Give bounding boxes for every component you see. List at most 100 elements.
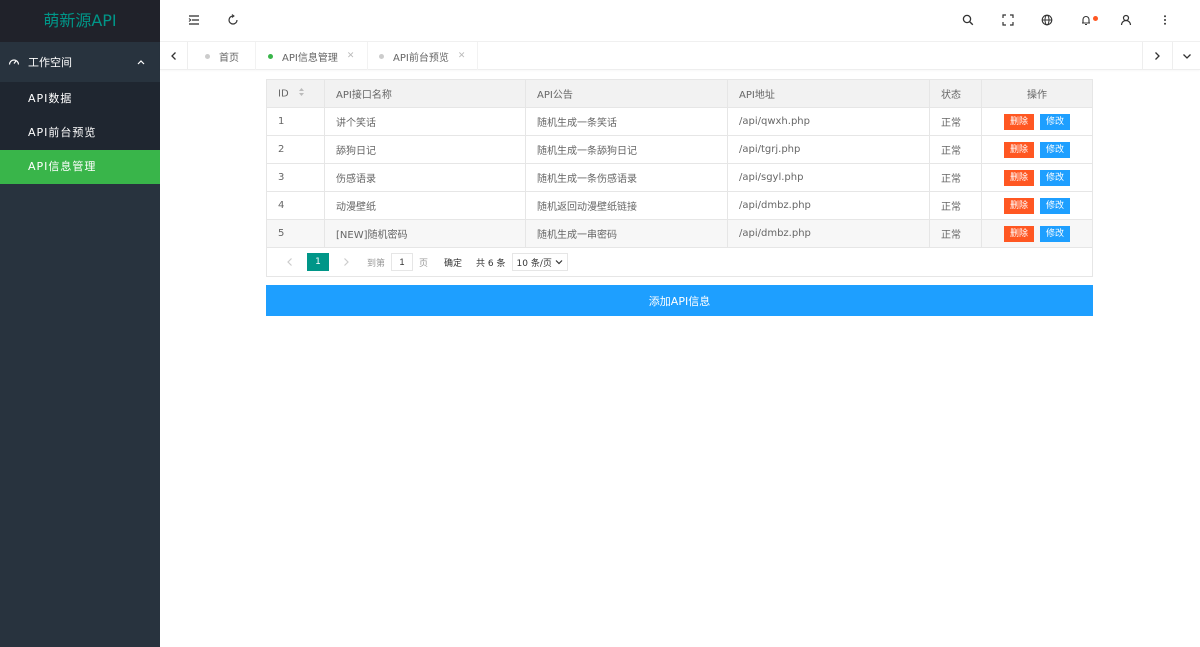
cell-actions: 删除 修改 <box>981 163 1093 192</box>
column-header-name: API接口名称 <box>324 79 526 108</box>
tab-dot-icon <box>205 53 210 59</box>
pagination-next-button[interactable] <box>335 253 357 271</box>
sidebar-group-workspace[interactable]: 工作空间 <box>0 42 160 82</box>
sidebar-item-api-manage[interactable]: API信息管理 <box>0 150 160 184</box>
pagination-page-current[interactable]: 1 <box>307 253 329 271</box>
pagination-goto: 到第 页 <box>367 253 428 271</box>
tabs-scroll-left-button[interactable] <box>160 42 188 70</box>
table-row: 1 讲个笑话 随机生成一条笑话 /api/qwxh.php 正常 删除 修改 <box>266 107 1093 136</box>
sidebar: 萌新源API 工作空间 API数据 API前台预览 API信息管理 <box>0 0 160 647</box>
goto-suffix: 页 <box>419 258 429 269</box>
tab-home[interactable]: 首页 <box>188 42 256 70</box>
column-header-url: API地址 <box>727 79 930 108</box>
goto-prefix: 到第 <box>367 258 386 269</box>
cell-name: [NEW]随机密码 <box>324 219 526 248</box>
top-header <box>160 0 1200 42</box>
chevron-up-icon <box>136 57 146 67</box>
more-icon[interactable] <box>1157 12 1173 28</box>
dashboard-icon <box>8 56 20 68</box>
tab-label: 首页 <box>219 52 239 64</box>
bell-icon[interactable] <box>1078 12 1098 28</box>
notification-dot <box>1093 16 1098 21</box>
cell-notice: 随机生成一条笑话 <box>525 107 728 136</box>
column-header-notice: API公告 <box>525 79 728 108</box>
cell-status: 正常 <box>929 191 982 220</box>
delete-button[interactable]: 删除 <box>1003 197 1034 214</box>
cell-id: 2 <box>266 135 325 164</box>
tab-api-preview[interactable]: API前台预览 ✕ <box>368 42 478 70</box>
cell-name: 舔狗日记 <box>324 135 526 164</box>
edit-button[interactable]: 修改 <box>1040 169 1071 186</box>
cell-status: 正常 <box>929 135 982 164</box>
sidebar-item-api-data[interactable]: API数据 <box>0 82 160 116</box>
cell-actions: 删除 修改 <box>981 135 1093 164</box>
cell-id: 1 <box>266 107 325 136</box>
cell-actions: 删除 修改 <box>981 107 1093 136</box>
cell-url: /api/tgrj.php <box>727 135 930 164</box>
close-icon[interactable]: ✕ <box>347 51 355 61</box>
chevron-down-icon <box>1182 54 1191 59</box>
tab-label: API信息管理 <box>282 52 338 64</box>
add-api-button[interactable]: 添加API信息 <box>266 285 1093 316</box>
column-header-actions: 操作 <box>981 79 1093 108</box>
cell-notice: 随机返回动漫壁纸链接 <box>525 191 728 220</box>
cell-name: 讲个笑话 <box>324 107 526 136</box>
cell-url: /api/qwxh.php <box>727 107 930 136</box>
chevron-down-icon <box>555 260 563 265</box>
menu-fold-icon[interactable] <box>186 12 202 28</box>
cell-notice: 随机生成一条伤感语录 <box>525 163 728 192</box>
close-icon[interactable]: ✕ <box>458 51 466 61</box>
cell-notice: 随机生成一串密码 <box>525 219 728 248</box>
sort-icon[interactable] <box>298 87 305 100</box>
tab-label: API前台预览 <box>393 52 449 64</box>
cell-actions: 删除 修改 <box>981 191 1093 220</box>
chevron-left-icon <box>170 52 176 60</box>
edit-button[interactable]: 修改 <box>1040 141 1071 158</box>
cell-notice: 随机生成一条舔狗日记 <box>525 135 728 164</box>
tabs-menu-button[interactable] <box>1172 42 1200 70</box>
page-size-select[interactable]: 10 条/页 <box>511 253 568 271</box>
cell-id: 4 <box>266 191 325 220</box>
pagination-total: 共 6 条 <box>476 258 506 269</box>
tab-dot-icon <box>379 53 384 59</box>
table-row: 3 伤感语录 随机生成一条伤感语录 /api/sgyl.php 正常 删除 修改 <box>266 163 1093 192</box>
cell-name: 伤感语录 <box>324 163 526 192</box>
delete-button[interactable]: 删除 <box>1003 113 1034 130</box>
page-tabs: 首页 API信息管理 ✕ API前台预览 ✕ <box>160 42 1200 70</box>
sidebar-group-label: 工作空间 <box>28 56 72 69</box>
table-row: 5 [NEW]随机密码 随机生成一串密码 /api/dmbz.php 正常 删除… <box>266 219 1093 248</box>
cell-status: 正常 <box>929 219 982 248</box>
user-icon[interactable] <box>1118 12 1134 28</box>
sidebar-submenu: API数据 API前台预览 API信息管理 <box>0 82 160 184</box>
api-info-table: ID API接口名称 API公告 API地址 状态 操作 1 讲个笑话 随机生成… <box>266 79 1093 248</box>
column-header-id[interactable]: ID <box>266 79 325 108</box>
cell-url: /api/dmbz.php <box>727 219 930 248</box>
table-row: 2 舔狗日记 随机生成一条舔狗日记 /api/tgrj.php 正常 删除 修改 <box>266 135 1093 164</box>
cell-id: 3 <box>266 163 325 192</box>
chevron-left-icon <box>287 258 292 266</box>
edit-button[interactable]: 修改 <box>1040 225 1071 242</box>
search-icon[interactable] <box>960 12 976 28</box>
delete-button[interactable]: 删除 <box>1003 225 1034 242</box>
fullscreen-icon[interactable] <box>1000 12 1016 28</box>
pagination-prev-button[interactable] <box>279 253 301 271</box>
cell-status: 正常 <box>929 163 982 192</box>
tab-dot-icon <box>268 53 273 59</box>
edit-button[interactable]: 修改 <box>1040 197 1071 214</box>
goto-page-input[interactable] <box>391 253 414 271</box>
edit-button[interactable]: 修改 <box>1040 113 1071 130</box>
sidebar-item-api-preview[interactable]: API前台预览 <box>0 116 160 150</box>
app-logo[interactable]: 萌新源API <box>0 0 160 42</box>
goto-confirm-button[interactable]: 确定 <box>444 256 462 269</box>
delete-button[interactable]: 删除 <box>1003 169 1034 186</box>
cell-name: 动漫壁纸 <box>324 191 526 220</box>
tab-api-manage[interactable]: API信息管理 ✕ <box>256 42 368 70</box>
delete-button[interactable]: 删除 <box>1003 141 1034 158</box>
cell-actions: 删除 修改 <box>981 219 1093 248</box>
globe-icon[interactable] <box>1039 12 1055 28</box>
tabs-scroll-right-button[interactable] <box>1142 42 1170 70</box>
refresh-icon[interactable] <box>225 12 241 28</box>
table-header-row: ID API接口名称 API公告 API地址 状态 操作 <box>266 79 1093 108</box>
table-row: 4 动漫壁纸 随机返回动漫壁纸链接 /api/dmbz.php 正常 删除 修改 <box>266 191 1093 220</box>
cell-url: /api/dmbz.php <box>727 191 930 220</box>
